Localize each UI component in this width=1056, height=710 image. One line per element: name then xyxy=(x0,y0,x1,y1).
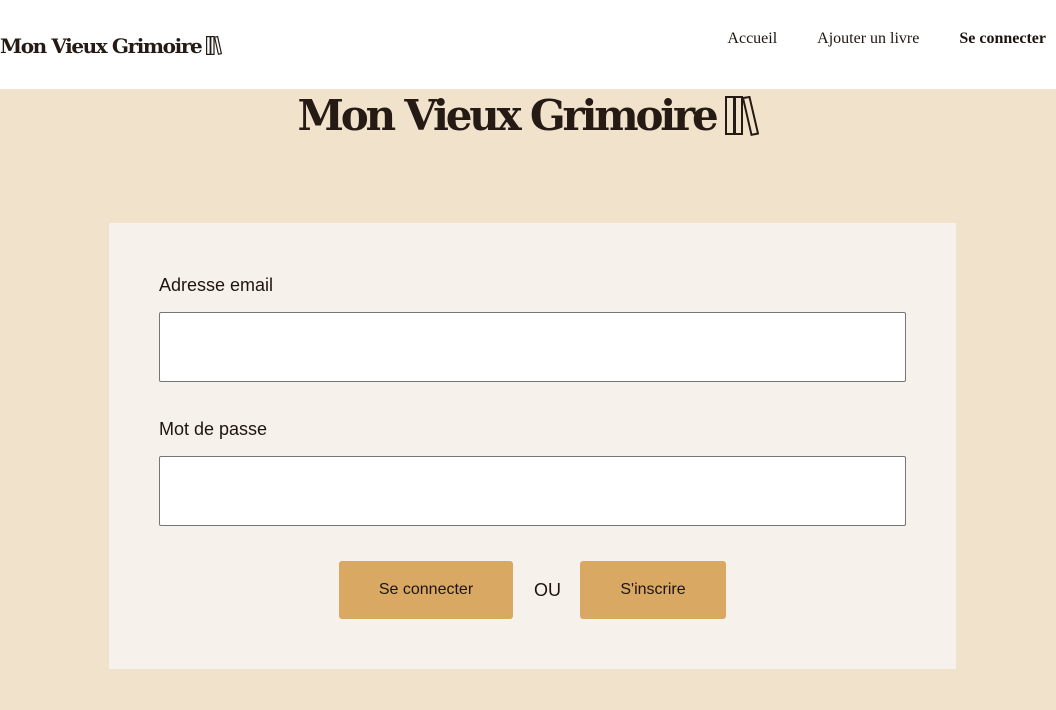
books-icon xyxy=(724,96,759,136)
site-header: Mon Vieux Grimoire Accueil Ajouter un li… xyxy=(0,0,1056,89)
brand-logo[interactable]: Mon Vieux Grimoire xyxy=(0,33,223,58)
login-button[interactable]: Se connecter xyxy=(339,561,513,619)
nav-home-link[interactable]: Accueil xyxy=(727,30,777,48)
or-separator: OU xyxy=(534,580,561,600)
hero-banner: Mon Vieux Grimoire xyxy=(0,92,1056,140)
login-card: Adresse email Mot de passe Se connecter … xyxy=(109,223,956,669)
signup-button[interactable]: S'inscrire xyxy=(580,561,726,619)
main-nav: Accueil Ajouter un livre Se connecter xyxy=(687,30,1056,48)
email-field[interactable] xyxy=(159,312,906,382)
brand-name: Mon Vieux Grimoire xyxy=(0,33,203,58)
email-label: Adresse email xyxy=(159,275,274,295)
nav-login-link[interactable]: Se connecter xyxy=(959,30,1046,48)
nav-add-book-link[interactable]: Ajouter un livre xyxy=(817,30,919,48)
hero-title: Mon Vieux Grimoire xyxy=(297,91,719,140)
password-field[interactable] xyxy=(159,456,906,526)
password-label: Mot de passe xyxy=(159,419,268,439)
books-icon xyxy=(206,36,223,55)
form-actions: Se connecter OU S'inscrire xyxy=(109,561,956,619)
